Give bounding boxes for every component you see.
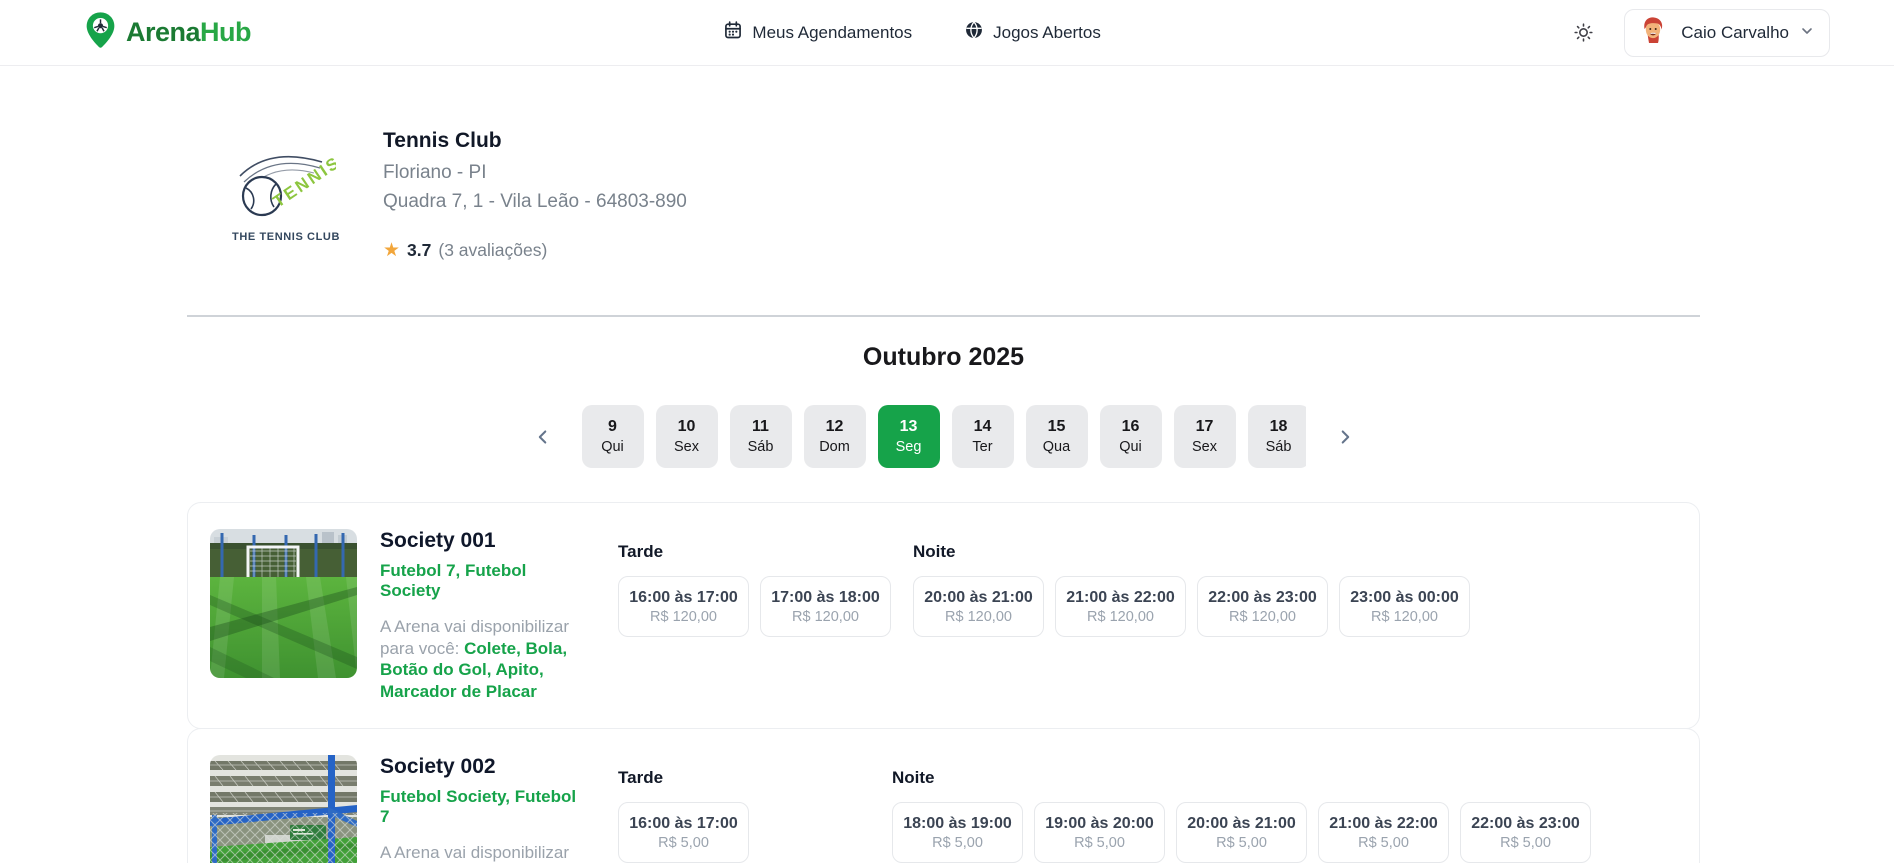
slot-cards: 16:00 às 17:00 R$ 120,00 17:00 às 18:00 R$…	[618, 576, 891, 637]
venue-city: Floriano - PI	[383, 162, 487, 183]
month-title: Outubro 2025	[862, 343, 1025, 371]
slot-group-noite: Noite 18:00 às 19:00 R$ 5,00 19:00 às 20:…	[892, 755, 1591, 863]
venue-rating: ★ 3.7 (3 avaliações)	[383, 240, 687, 261]
user-name: Caio Carvalho	[1681, 22, 1789, 42]
date-pill-selected[interactable]: 13 Seg	[877, 405, 940, 468]
star-icon: ★	[383, 240, 401, 261]
slot-group-tarde: Tarde 16:00 às 17:00 R$ 5,00	[618, 755, 870, 863]
chevron-down-icon	[1799, 23, 1815, 42]
carousel-prev-button[interactable]	[528, 422, 558, 452]
globe-icon	[964, 20, 984, 45]
court-card-society-002: Society 002 Futebol Society, Futebol 7 A…	[187, 728, 1700, 863]
court-description: A Arena vai disponibilizar	[380, 843, 570, 863]
nav-meus-agendamentos[interactable]: Meus Agendamentos	[723, 20, 912, 45]
time-slot-button[interactable]: 16:00 às 17:00 R$ 5,00	[618, 802, 749, 863]
date-pill[interactable]: 18 Sáb	[1247, 405, 1306, 468]
page-container: TENNIS THE TENNIS CLUB Tennis Club Flori…	[187, 66, 1700, 863]
time-slot-button[interactable]: 21:00 às 22:00 R$ 5,00	[1318, 802, 1449, 863]
court-photo-society-002	[210, 755, 357, 863]
court-name: Society 001	[380, 529, 496, 552]
date-pill[interactable]: 16 Qui	[1099, 405, 1162, 468]
time-slot-button[interactable]: 20:00 às 21:00 R$ 120,00	[913, 576, 1044, 637]
avatar	[1635, 13, 1671, 52]
days-viewport: 9 Qui 10 Sex 11 Sáb 12 Dom 13 Seg 14 Ter 15 Qua…	[581, 405, 1306, 468]
time-slot-button[interactable]: 16:00 às 17:00 R$ 120,00	[618, 576, 749, 637]
slot-cards: 18:00 às 19:00 R$ 5,00 19:00 às 20:00 R$ 5…	[892, 802, 1591, 863]
time-slot-button[interactable]: 18:00 às 19:00 R$ 5,00	[892, 802, 1023, 863]
slot-group-label: Noite	[913, 542, 956, 561]
slot-cards: 20:00 às 21:00 R$ 120,00 21:00 às 22:00 R$…	[913, 576, 1470, 637]
calendar-section: Outubro 2025 9 Qui 10 Sex 11 Sáb 12 Dom 13 Se…	[187, 343, 1700, 468]
venue-logo-caption: THE TENNIS CLUB	[232, 231, 340, 243]
courts-list: Society 001 Futebol 7, Futebol Society A…	[187, 502, 1700, 863]
brand-logo[interactable]: ArenaHub	[84, 11, 252, 54]
date-pill[interactable]: 14 Ter	[951, 405, 1014, 468]
svg-text:TENNIS: TENNIS	[270, 152, 336, 211]
nav-jogos-abertos[interactable]: Jogos Abertos	[964, 20, 1101, 45]
court-sports: Futebol Society, Futebol 7	[380, 787, 577, 827]
slot-group-label: Noite	[892, 768, 935, 788]
map-pin-soccer-icon	[84, 11, 117, 54]
app-header: ArenaHub Meus Agendamentos Jogos Abertos	[0, 0, 1894, 66]
court-photo-society-001	[210, 529, 357, 678]
date-carousel: 9 Qui 10 Sex 11 Sáb 12 Dom 13 Seg 14 Ter 15 Qua…	[187, 405, 1700, 468]
user-menu-button[interactable]: Caio Carvalho	[1624, 8, 1830, 57]
slot-group-noite: Noite 20:00 às 21:00 R$ 120,00 21:00 às 2…	[913, 529, 1470, 637]
date-pill[interactable]: 12 Dom	[803, 405, 866, 468]
time-slot-groups: Tarde 16:00 às 17:00 R$ 5,00 Noite 18:00 …	[618, 755, 1591, 863]
rating-count: (3 avaliações)	[438, 240, 548, 260]
slot-group-tarde: Tarde 16:00 às 17:00 R$ 120,00 17:00 às 1…	[618, 529, 891, 637]
court-sports: Futebol 7, Futebol Society	[380, 561, 527, 600]
date-pill[interactable]: 9 Qui	[581, 405, 644, 468]
time-slot-button[interactable]: 22:00 às 23:00 R$ 120,00	[1197, 576, 1328, 637]
days-strip: 9 Qui 10 Sex 11 Sáb 12 Dom 13 Seg 14 Ter 15 Qua…	[581, 405, 1306, 468]
slot-group-label: Tarde	[618, 768, 664, 788]
court-info: Society 001 Futebol 7, Futebol Society A…	[380, 529, 580, 702]
date-pill[interactable]: 15 Qua	[1025, 405, 1088, 468]
time-slot-button[interactable]: 20:00 às 21:00 R$ 5,00	[1176, 802, 1307, 863]
header-right-controls: Caio Carvalho	[1573, 8, 1830, 57]
venue-name: Tennis Club	[383, 129, 502, 152]
time-slot-button[interactable]: 17:00 às 18:00 R$ 120,00	[760, 576, 891, 637]
court-description: A Arena vai disponibilizar para você: Co…	[380, 617, 570, 701]
time-slot-button[interactable]: 19:00 às 20:00 R$ 5,00	[1034, 802, 1165, 863]
venue-info: Tennis Club Floriano - PI Quadra 7, 1 - …	[383, 126, 687, 261]
slot-cards: 16:00 às 17:00 R$ 5,00	[618, 802, 870, 863]
court-info: Society 002 Futebol Society, Futebol 7 A…	[380, 755, 580, 863]
time-slot-button[interactable]: 21:00 às 22:00 R$ 120,00	[1055, 576, 1186, 637]
theme-toggle-sun-icon[interactable]	[1573, 22, 1594, 43]
carousel-next-button[interactable]	[1330, 422, 1360, 452]
time-slot-button[interactable]: 22:00 às 23:00 R$ 5,00	[1460, 802, 1591, 863]
date-pill[interactable]: 11 Sáb	[729, 405, 792, 468]
venue-address: Quadra 7, 1 - Vila Leão - 64803-890	[383, 191, 687, 212]
nav-label: Meus Agendamentos	[752, 22, 913, 42]
main-nav: Meus Agendamentos Jogos Abertos	[251, 20, 1573, 45]
tennis-club-logo-graphic: TENNIS	[239, 152, 344, 217]
nav-label: Jogos Abertos	[993, 22, 1101, 42]
slot-group-label: Tarde	[618, 542, 664, 561]
court-name: Society 002	[380, 755, 496, 779]
brand-name: ArenaHub	[126, 17, 252, 47]
rating-value: 3.7	[407, 240, 432, 260]
venue-header: TENNIS THE TENNIS CLUB Tennis Club Flori…	[187, 66, 1700, 261]
court-card-society-001: Society 001 Futebol 7, Futebol Society A…	[187, 502, 1700, 730]
calendar-icon	[723, 20, 743, 45]
date-pill[interactable]: 17 Sex	[1173, 405, 1236, 468]
time-slot-button[interactable]: 23:00 às 00:00 R$ 120,00	[1339, 576, 1470, 637]
date-pill[interactable]: 10 Sex	[655, 405, 718, 468]
section-divider	[187, 315, 1700, 317]
time-slot-groups: Tarde 16:00 às 17:00 R$ 120,00 17:00 às 1…	[618, 529, 1470, 702]
venue-logo: TENNIS THE TENNIS CLUB	[227, 150, 345, 261]
